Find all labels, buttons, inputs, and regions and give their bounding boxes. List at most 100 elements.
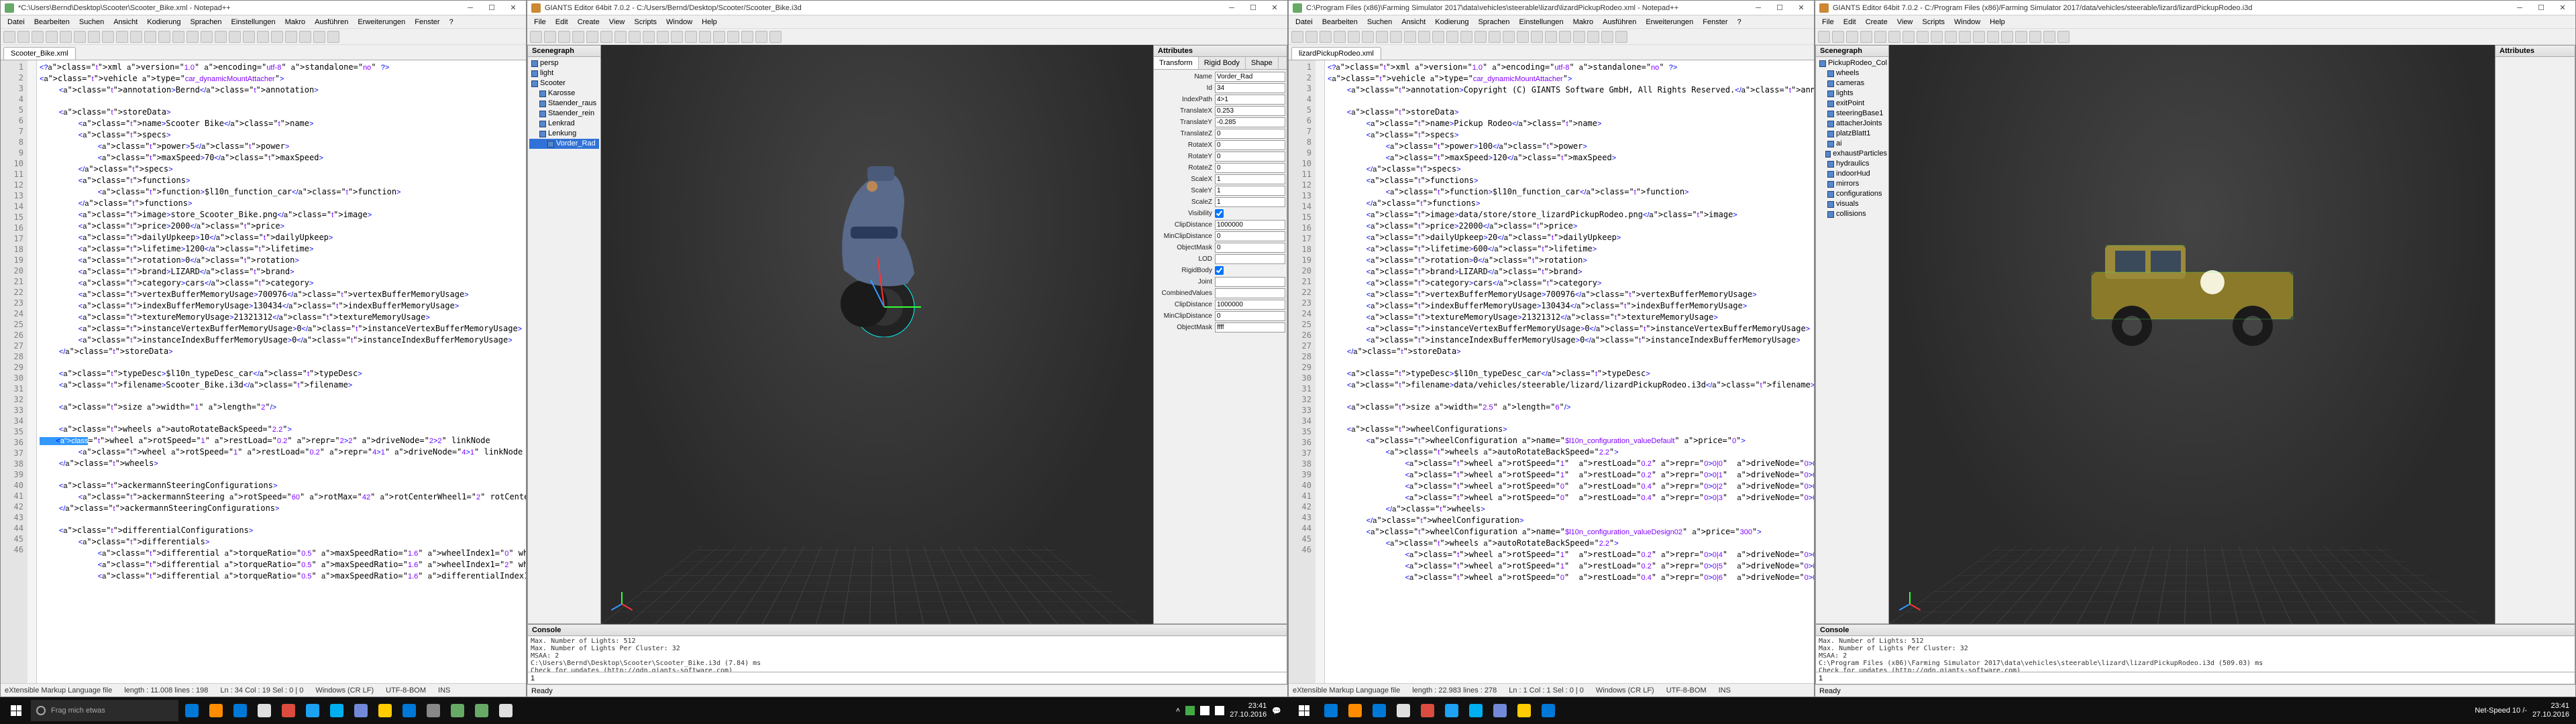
attr-checkbox[interactable] (1215, 266, 1224, 275)
tray-network-icon[interactable] (1200, 706, 1210, 715)
menu-file[interactable]: File (1818, 17, 1838, 27)
toolbar-button[interactable] (2057, 31, 2070, 43)
start-button[interactable] (3, 700, 30, 721)
scenegraph-tree[interactable]: persplightScooterKarosseStaender_rausSta… (528, 57, 600, 623)
taskbar-app[interactable] (1440, 700, 1464, 721)
menu-einstellungen[interactable]: Einstellungen (1515, 17, 1568, 27)
menu-erweiterungen[interactable]: Erweiterungen (354, 17, 409, 27)
menu-suchen[interactable]: Suchen (75, 17, 108, 27)
toolbar-button[interactable] (158, 31, 170, 43)
toolbar-button[interactable] (257, 31, 269, 43)
menu-kodierung[interactable]: Kodierung (143, 17, 184, 27)
editor[interactable]: 1 2 3 4 5 6 7 8 9 10 11 12 13 14 15 16 1… (1, 60, 526, 683)
toolbar-button[interactable] (629, 31, 641, 43)
menu-ansicht[interactable]: Ansicht (109, 17, 142, 27)
toolbar-button[interactable] (313, 31, 325, 43)
toolbar-button[interactable] (713, 31, 725, 43)
attr-input[interactable] (1215, 231, 1285, 241)
tree-node[interactable]: Karosse (529, 88, 599, 99)
close-button[interactable]: ✕ (1792, 2, 1810, 14)
tree-node[interactable]: exitPoint (1817, 99, 1887, 109)
viewport-3d[interactable] (1889, 45, 2495, 624)
toolbar-button[interactable] (1846, 31, 1858, 43)
toolbar-button[interactable] (285, 31, 297, 43)
maximize-button[interactable]: ☐ (2532, 2, 2550, 14)
taskbar-app[interactable] (1343, 700, 1367, 721)
tray-chevron-icon[interactable]: ˄ (1176, 707, 1180, 715)
toolbar-button[interactable] (572, 31, 584, 43)
toolbar-button[interactable] (229, 31, 241, 43)
taskbar-app[interactable] (1536, 700, 1560, 721)
taskbar-app[interactable] (470, 700, 494, 721)
menu-ausführen[interactable]: Ausführen (1599, 17, 1640, 27)
menu-help[interactable]: Help (698, 17, 721, 27)
toolbar-button[interactable] (1418, 31, 1430, 43)
menu-?[interactable]: ? (445, 17, 458, 27)
toolbar-button[interactable] (2015, 31, 2027, 43)
attr-tab[interactable]: Transform (1154, 57, 1199, 69)
toolbar-button[interactable] (17, 31, 30, 43)
menu-edit[interactable]: Edit (1839, 17, 1860, 27)
menu-scripts[interactable]: Scripts (1918, 17, 1949, 27)
toolbar-button[interactable] (586, 31, 598, 43)
menu-help[interactable]: Help (1986, 17, 2009, 27)
menu-scripts[interactable]: Scripts (630, 17, 661, 27)
attr-tab[interactable]: Shape (1246, 57, 1279, 69)
attr-input[interactable] (1215, 311, 1285, 321)
toolbar-button[interactable] (1601, 31, 1613, 43)
taskbar-app[interactable] (180, 700, 204, 721)
taskbar-app[interactable] (397, 700, 421, 721)
fold-gutter[interactable] (1316, 60, 1325, 683)
toolbar-button[interactable] (1432, 31, 1444, 43)
close-button[interactable]: ✕ (1266, 2, 1283, 14)
menu-view[interactable]: View (605, 17, 629, 27)
toolbar-button[interactable] (741, 31, 753, 43)
maximize-button[interactable]: ☐ (483, 2, 500, 14)
toolbar-button[interactable] (74, 31, 86, 43)
toolbar-button[interactable] (1973, 31, 1985, 43)
taskbar-app[interactable] (325, 700, 349, 721)
toolbar-button[interactable] (1348, 31, 1360, 43)
menu-sprachen[interactable]: Sprachen (1474, 17, 1513, 27)
toolbar-button[interactable] (186, 31, 199, 43)
toolbar-button[interactable] (1987, 31, 1999, 43)
clock[interactable]: 23:4127.10.2016 (1230, 702, 1267, 719)
menu-view[interactable]: View (1893, 17, 1917, 27)
toolbar-button[interactable] (769, 31, 782, 43)
scooter-model[interactable] (804, 149, 951, 337)
toolbar-button[interactable] (1291, 31, 1303, 43)
file-tab[interactable]: Scooter_Bike.xml (3, 47, 76, 60)
tree-node[interactable]: Lenkrad (529, 119, 599, 129)
toolbar-button[interactable] (657, 31, 669, 43)
fold-gutter[interactable] (28, 60, 37, 683)
titlebar[interactable]: GIANTS Editor 64bit 7.0.2 - C:/Program F… (1815, 1, 2575, 15)
toolbar-button[interactable] (2029, 31, 2041, 43)
toolbar-button[interactable] (699, 31, 711, 43)
attr-input[interactable] (1215, 300, 1285, 310)
tree-node[interactable]: visuals (1817, 199, 1887, 209)
menu-fenster[interactable]: Fenster (411, 17, 443, 27)
toolbar-button[interactable] (1460, 31, 1472, 43)
tree-node[interactable]: configurations (1817, 189, 1887, 199)
tree-node[interactable]: Scooter (529, 78, 599, 88)
menu-?[interactable]: ? (1733, 17, 1746, 27)
console-output[interactable]: Max. Number of Lights: 512 Max. Number o… (528, 636, 1287, 672)
menu-window[interactable]: Window (1950, 17, 1984, 27)
attr-input[interactable] (1215, 186, 1285, 196)
toolbar-button[interactable] (1334, 31, 1346, 43)
menu-bearbeiten[interactable]: Bearbeiten (30, 17, 74, 27)
attr-input[interactable] (1215, 95, 1285, 105)
toolbar-button[interactable] (271, 31, 283, 43)
attr-input[interactable] (1215, 106, 1285, 116)
menu-makro[interactable]: Makro (1569, 17, 1598, 27)
tree-node[interactable]: Lenkung (529, 129, 599, 139)
code-area[interactable]: <?a">class="t">xml a">version="1.0" a">e… (37, 60, 526, 683)
attr-input[interactable] (1215, 140, 1285, 150)
menu-datei[interactable]: Datei (1291, 17, 1317, 27)
attr-input[interactable] (1215, 83, 1285, 93)
taskbar-app[interactable] (228, 700, 252, 721)
file-tab[interactable]: lizardPickupRodeo.xml (1291, 47, 1381, 60)
minimize-button[interactable]: ─ (1750, 2, 1767, 14)
toolbar-button[interactable] (1917, 31, 1929, 43)
toolbar-button[interactable] (1305, 31, 1318, 43)
